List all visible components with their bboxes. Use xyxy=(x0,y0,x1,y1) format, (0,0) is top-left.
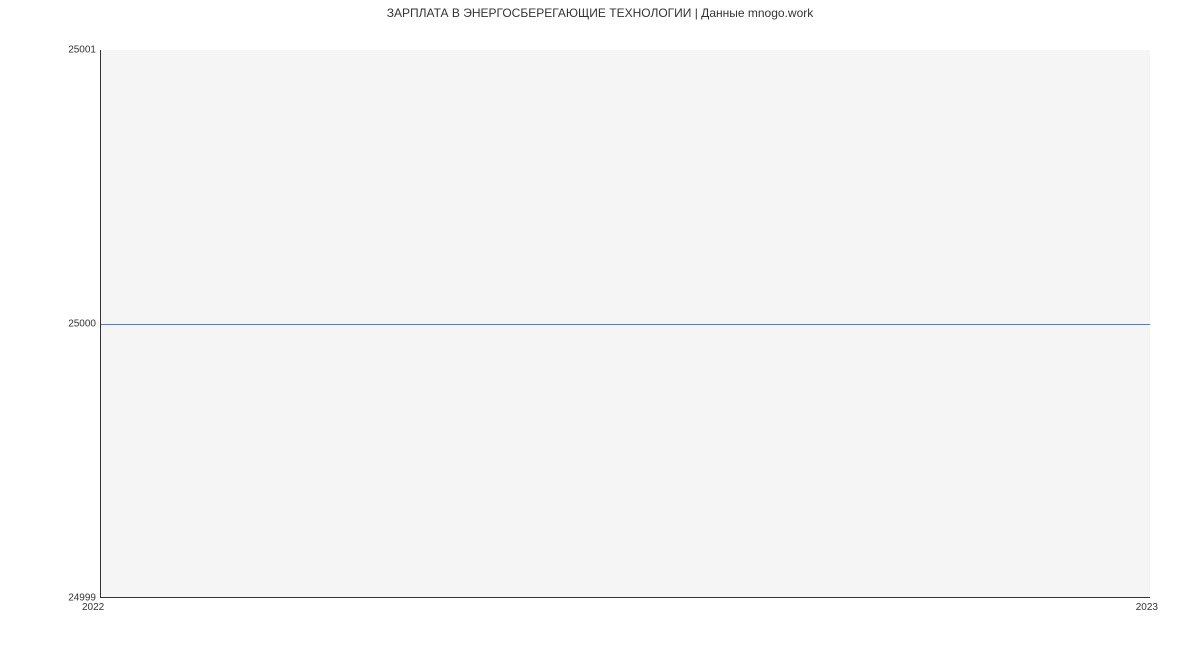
chart-title: ЗАРПЛАТА В ЭНЕРГОСБЕРЕГАЮЩИЕ ТЕХНОЛОГИИ … xyxy=(0,6,1200,20)
data-line xyxy=(101,324,1150,325)
x-tick-label-right: 2023 xyxy=(1136,602,1158,613)
y-tick-label-top: 25001 xyxy=(68,45,96,56)
plot-area xyxy=(100,50,1150,598)
y-tick-label-mid: 25000 xyxy=(68,319,96,330)
x-tick-label-left: 2022 xyxy=(82,602,104,613)
